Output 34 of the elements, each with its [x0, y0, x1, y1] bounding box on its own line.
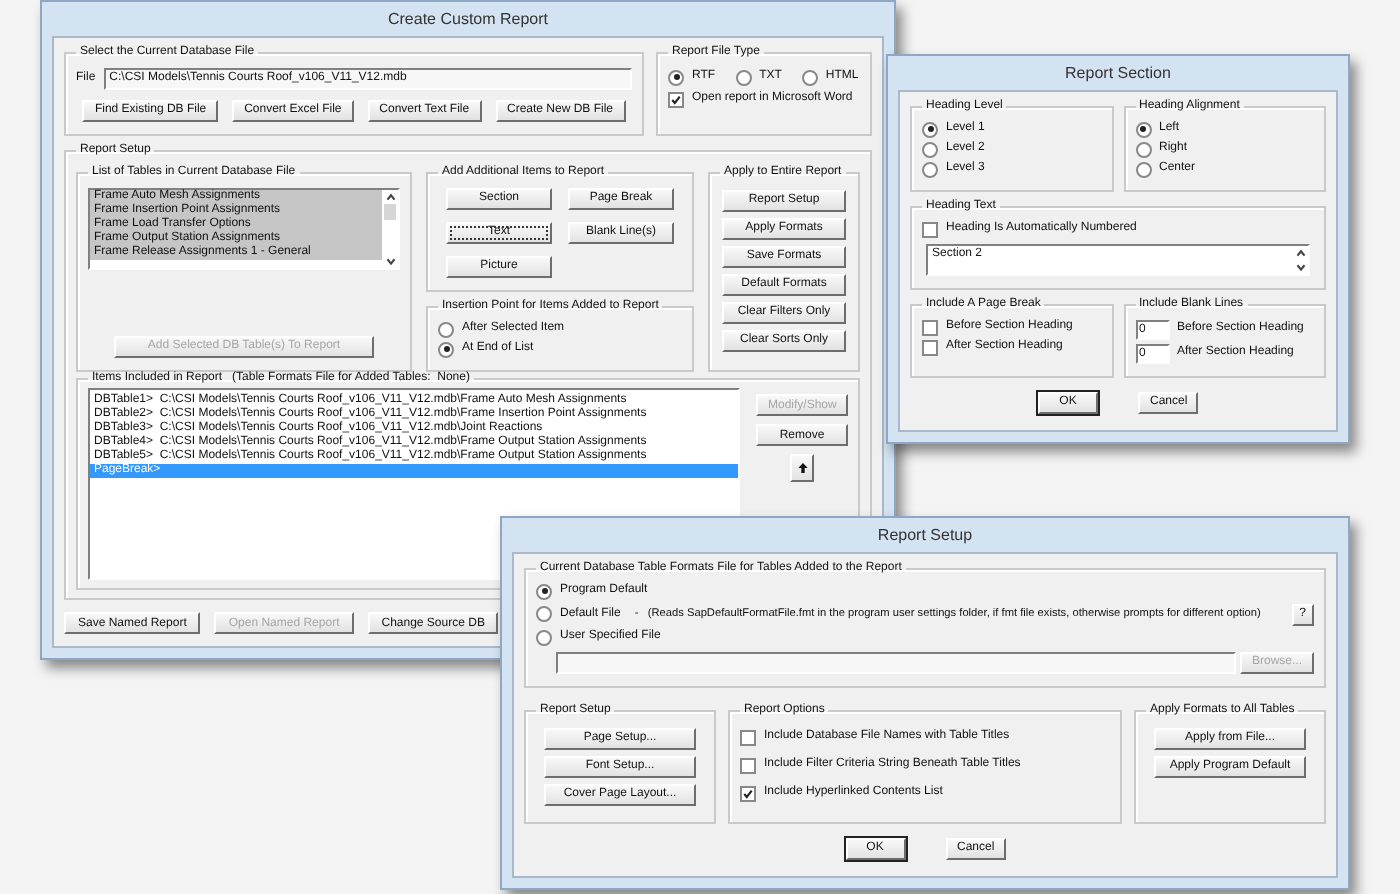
checkbox[interactable]: [922, 339, 938, 356]
radio-button[interactable]: [536, 629, 552, 646]
radio-button[interactable]: [922, 161, 938, 178]
window-title: Create Custom Report: [387, 9, 549, 29]
down-chevron-icon[interactable]: [1293, 259, 1307, 274]
radio-button[interactable]: [1135, 121, 1151, 138]
checkbox[interactable]: [668, 91, 684, 108]
radio-button[interactable]: [801, 69, 818, 86]
file-path-field[interactable]: [556, 651, 1236, 674]
scrollbar-thumb[interactable]: [384, 203, 396, 220]
radio-button[interactable]: [735, 69, 752, 86]
move-up-button[interactable]: [790, 454, 814, 483]
checkbox[interactable]: [740, 757, 756, 774]
up-arrow-icon: [797, 462, 807, 475]
window-title: Report Section: [1065, 63, 1171, 83]
radio-button[interactable]: [536, 583, 552, 600]
scrollbar[interactable]: [1292, 245, 1308, 274]
radio-button[interactable]: [438, 341, 454, 358]
radio-button[interactable]: [1135, 141, 1151, 158]
checkbox[interactable]: [740, 729, 756, 746]
radio-button[interactable]: [668, 69, 684, 86]
checkbox[interactable]: [922, 221, 938, 238]
up-chevron-icon[interactable]: [383, 189, 397, 204]
radio-button[interactable]: [536, 606, 552, 623]
checkbox[interactable]: [922, 319, 938, 336]
down-chevron-icon[interactable]: [383, 253, 397, 268]
radio-button[interactable]: [922, 141, 938, 158]
radio-button[interactable]: [1135, 161, 1151, 178]
checkbox[interactable]: [740, 785, 756, 802]
window-title: Report Setup: [877, 525, 973, 545]
radio-button[interactable]: [922, 121, 938, 138]
scrollbar[interactable]: [382, 189, 398, 268]
radio-button[interactable]: [438, 321, 454, 338]
up-chevron-icon[interactable]: [1293, 245, 1307, 260]
